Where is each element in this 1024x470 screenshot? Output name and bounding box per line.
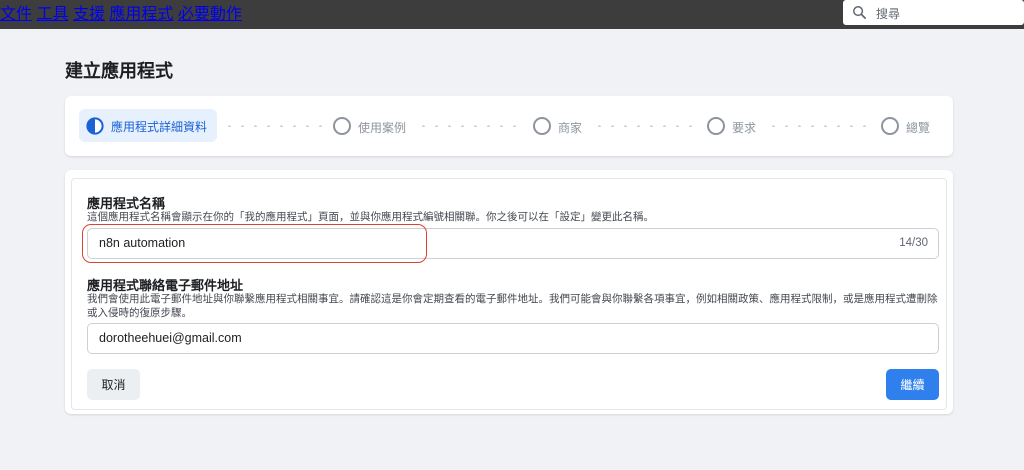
form-section: 應用程式名稱 這個應用程式名稱會顯示在你的「我的應用程式」頁面，並與你應用程式編… <box>71 178 947 410</box>
contact-email-value: dorotheehuei@gmail.com <box>99 331 242 345</box>
step-label: 商家 <box>558 121 583 135</box>
empty-circle-icon <box>707 117 725 135</box>
search-placeholder: 搜尋 <box>876 7 901 21</box>
search-icon <box>853 6 866 19</box>
step-label: 要求 <box>732 121 757 135</box>
nav-required-actions[interactable]: 必要動作 <box>178 6 242 23</box>
nav-docs[interactable]: 文件 <box>0 6 32 23</box>
app-name-help: 這個應用程式名稱會顯示在你的「我的應用程式」頁面，並與你應用程式編號相關聯。你之… <box>87 211 654 223</box>
step-connector <box>417 125 525 127</box>
nav-apps[interactable]: 應用程式 <box>109 6 173 23</box>
empty-circle-icon <box>533 117 551 135</box>
empty-circle-icon <box>333 117 351 135</box>
annotation-highlight <box>82 224 427 263</box>
nav-tools[interactable]: 工具 <box>36 6 68 23</box>
step-label: 應用程式詳細資料 <box>111 120 208 134</box>
top-navigation-bar: 文件 工具 支援 應用程式 必要動作 搜尋 <box>0 0 1024 29</box>
progress-stepper: 應用程式詳細資料 使用案例 商家 要求 總覽 <box>65 96 953 156</box>
contact-email-input[interactable]: dorotheehuei@gmail.com <box>87 323 939 354</box>
cancel-button[interactable]: 取消 <box>87 369 140 400</box>
step-label: 使用案例 <box>358 121 407 135</box>
half-filled-circle-icon <box>86 117 104 135</box>
char-counter: 14/30 <box>899 237 928 249</box>
step-connector <box>593 125 701 127</box>
continue-button[interactable]: 繼續 <box>886 369 939 400</box>
step-app-details[interactable]: 應用程式詳細資料 <box>79 109 217 142</box>
step-connector <box>767 125 871 127</box>
page-title: 建立應用程式 <box>65 61 173 81</box>
app-details-form: 應用程式名稱 這個應用程式名稱會顯示在你的「我的應用程式」頁面，並與你應用程式編… <box>65 170 953 414</box>
empty-circle-icon <box>881 117 899 135</box>
step-label: 總覽 <box>906 121 931 135</box>
contact-email-help: 我們會使用此電子郵件地址與你聯繫應用程式相關事宜。請確認這是你會定期查看的電子郵… <box>87 293 938 319</box>
nav-support[interactable]: 支援 <box>73 6 105 23</box>
step-connector <box>223 125 327 127</box>
search-input[interactable]: 搜尋 <box>843 0 1024 25</box>
